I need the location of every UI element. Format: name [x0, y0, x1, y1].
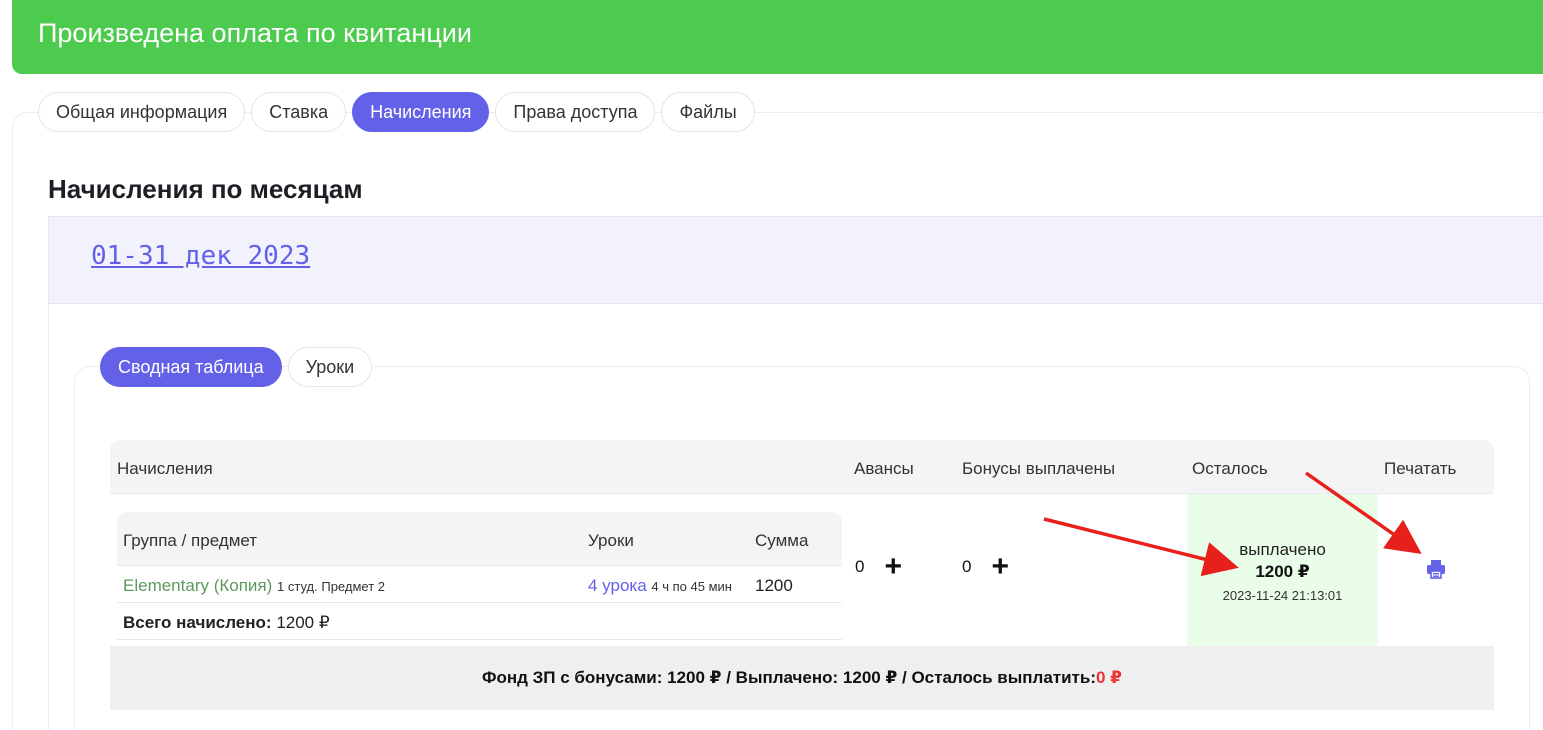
- header-group-subject: Группа / предмет: [123, 531, 258, 550]
- total-cell: Всего начислено: 1200 ₽: [123, 613, 330, 633]
- lessons-cell: 4 урока 4 ч по 45 мин: [588, 576, 732, 596]
- tab-access-rights[interactable]: Права доступа: [495, 92, 656, 132]
- header-remaining: Осталось: [1192, 459, 1268, 478]
- paid-amount: 1200 ₽: [1255, 562, 1310, 581]
- month-panel: 01-31 дек 2023: [48, 216, 1543, 304]
- group-meta: 1 студ. Предмет 2: [277, 579, 385, 594]
- tab-rate[interactable]: Ставка: [251, 92, 347, 132]
- add-advance-plus-icon[interactable]: +: [884, 552, 902, 582]
- success-banner: Произведена оплата по квитанции: [12, 0, 1543, 74]
- bonuses-value: 0: [962, 557, 972, 576]
- accruals-table-header: Начисления Авансы Бонусы выплачены Остал…: [110, 440, 1494, 494]
- section-title: Начисления по месяцам: [48, 174, 363, 204]
- header-bonuses: Бонусы выплачены: [962, 459, 1116, 478]
- detail-table-header: Группа / предмет Уроки Сумма: [117, 512, 842, 566]
- sub-tabs: Сводная таблица Уроки: [100, 347, 373, 387]
- printer-icon[interactable]: [1425, 559, 1447, 579]
- table-row: Elementary (Копия) 1 студ. Предмет 2 4 у…: [117, 566, 842, 603]
- tab-accruals[interactable]: Начисления: [352, 92, 490, 132]
- payroll-fund-summary: Фонд ЗП с бонусами: 1200 ₽ / Выплачено: …: [110, 646, 1494, 710]
- total-value: 1200 ₽: [276, 613, 330, 632]
- month-link[interactable]: 01-31 дек 2023: [91, 241, 310, 271]
- sum-cell: 1200: [755, 576, 793, 595]
- header-advances: Авансы: [854, 459, 914, 478]
- tab-lessons[interactable]: Уроки: [287, 347, 373, 387]
- group-cell: Elementary (Копия) 1 студ. Предмет 2: [123, 576, 385, 596]
- fund-summary-text: Фонд ЗП с бонусами: 1200 ₽ / Выплачено: …: [481, 668, 1096, 687]
- group-link[interactable]: Elementary (Копия): [123, 576, 272, 595]
- header-print: Печатать: [1384, 459, 1457, 478]
- remaining-cell: выплачено 1200 ₽ 2023-11-24 21:13:01: [1187, 494, 1378, 646]
- header-sum: Сумма: [755, 531, 809, 550]
- main-tabs: Общая информация Ставка Начисления Права…: [38, 92, 755, 132]
- add-bonus-plus-icon[interactable]: +: [991, 552, 1009, 582]
- tab-files[interactable]: Файлы: [661, 92, 755, 132]
- lessons-meta: 4 ч по 45 мин: [651, 579, 732, 594]
- header-accruals: Начисления: [117, 459, 213, 478]
- paid-date: 2023-11-24 21:13:01: [1222, 588, 1343, 603]
- total-label: Всего начислено:: [123, 613, 272, 632]
- advances-value: 0: [855, 557, 865, 576]
- advances-cell: 0 +: [855, 552, 902, 582]
- accruals-detail-table: Группа / предмет Уроки Сумма Elementary …: [117, 512, 842, 640]
- lessons-link[interactable]: 4 урока: [588, 576, 647, 595]
- banner-message: Произведена оплата по квитанции: [38, 18, 472, 48]
- paid-status: выплачено: [1239, 540, 1326, 559]
- fund-remaining-value: 0 ₽: [1096, 668, 1123, 687]
- tab-summary-table[interactable]: Сводная таблица: [100, 347, 282, 387]
- total-row: Всего начислено: 1200 ₽: [117, 603, 842, 640]
- tab-general-info[interactable]: Общая информация: [38, 92, 246, 132]
- bonuses-cell: 0 +: [962, 552, 1009, 582]
- header-lessons: Уроки: [588, 531, 634, 550]
